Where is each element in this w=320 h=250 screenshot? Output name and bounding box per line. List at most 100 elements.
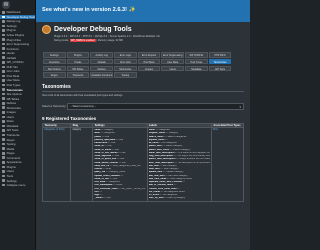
sidebar-item-label: Defines xyxy=(6,101,17,106)
tab-metadata[interactable]: Metadata xyxy=(185,65,208,72)
setting-key: add_or_remove_items xyxy=(148,184,174,187)
meta-item: PHP 8.2 xyxy=(82,35,93,38)
setting-key: show_ui xyxy=(94,145,104,148)
tab-db-tables[interactable]: DB Tables xyxy=(66,65,90,72)
tab-site-options[interactable]: Site Options xyxy=(43,65,66,72)
meta-item: WordPress Multisite: No xyxy=(133,35,160,38)
setting-value: Category xyxy=(168,132,179,135)
setting-key: show_in_menu xyxy=(94,148,112,151)
tab-wp-config[interactable]: WP CONFIG xyxy=(185,52,208,58)
setting-key: rest_base xyxy=(94,181,106,184)
testing-icon xyxy=(2,142,5,146)
regex-icon xyxy=(2,138,5,141)
taxonomy-select[interactable]: -- Select a taxonomy -- ▾ xyxy=(67,102,244,110)
tab-api-tests[interactable]: API Tests xyxy=(208,65,232,72)
setting-value: categories xyxy=(109,181,120,184)
tab-testing[interactable]: Testing xyxy=(114,72,137,78)
setting-key: rest_namespace xyxy=(94,184,113,187)
tab-settings[interactable]: Settings xyxy=(43,52,66,58)
setting-value: wp/v2 xyxy=(116,184,123,187)
setting-value: Parent Category: xyxy=(173,148,191,151)
tab-regex[interactable]: Regex xyxy=(43,72,66,78)
tab-transients[interactable]: Transients xyxy=(66,72,90,78)
sidebar-item-label: Tools xyxy=(6,173,14,178)
sidebar-item-label: Active Plugins xyxy=(6,33,25,37)
setting-key: add_new_item xyxy=(148,174,165,177)
sidebar-item-label: Developer Debug Tools xyxy=(6,14,35,19)
sidebar-item-label: Media xyxy=(6,146,15,151)
setting-key: _builtin xyxy=(94,197,103,200)
tab-php-info[interactable]: PHP INFO xyxy=(208,52,232,58)
sidebar-item-label: Post Types xyxy=(6,83,21,88)
setting-value: true xyxy=(111,142,116,145)
dashboard-icon xyxy=(2,10,5,14)
tab-user-meta[interactable]: User Meta xyxy=(161,58,184,65)
setting-key: desc_field_description xyxy=(148,161,174,164)
tab-users[interactable]: Users xyxy=(161,65,184,72)
taxonomy-count: 9 Registered Taxonomies xyxy=(42,115,97,121)
tab-plugins[interactable]: Plugins xyxy=(66,52,90,58)
sidebar-item-label: Taxonomies xyxy=(6,87,23,92)
meta-item: WP 6.8.1 xyxy=(69,35,81,38)
setting-value: true xyxy=(120,158,125,161)
tab-post-meta[interactable]: Post Meta xyxy=(137,58,161,65)
tab-taxonomies[interactable]: Taxonomies xyxy=(208,58,232,65)
sidebar-item-label: Error Suppressing xyxy=(6,42,30,47)
sidebar-item-collapse-menu[interactable]: Collapse menu xyxy=(0,183,35,188)
tab-available-functions[interactable]: Available Functions xyxy=(90,72,113,78)
debug-status: Debug mode: WP_DEBUG enabled | Memory us… xyxy=(54,39,123,42)
tab-activity-log[interactable]: Activity Log xyxy=(90,52,113,58)
tab-shortcodes[interactable]: Shortcodes xyxy=(114,65,137,72)
tab-images[interactable]: Images xyxy=(137,65,161,72)
whats-new-banner[interactable]: See what's new in version 2.6.3! ✨ xyxy=(36,0,250,22)
sidebar-item-label: Plugin Files xyxy=(6,37,22,42)
setting-key: view_item xyxy=(148,168,160,171)
setting-value: Categories xyxy=(158,129,170,132)
setting-key: hierarchical xyxy=(94,142,108,145)
setting-key: update_count_callback xyxy=(94,174,120,177)
tab-error-logs[interactable]: Error Logs xyxy=(114,52,137,58)
settings-icon xyxy=(2,179,5,182)
tab-error-suppressing[interactable]: Error Suppressing xyxy=(161,52,184,58)
users-icon xyxy=(2,115,5,119)
setting-value: Add New Category xyxy=(168,174,188,177)
post-type-link[interactable]: Post xyxy=(213,129,218,131)
environment-info: Plugin 2.6.3|WP 6.8.1|PHP 8.2|MySQL 8.0|… xyxy=(54,35,160,38)
tab-post-types[interactable]: Post Types xyxy=(185,58,208,65)
setting-key: singular_name xyxy=(148,132,165,135)
setting-value: true xyxy=(121,161,126,164)
setting-value: WP_REST_Terms_Controller xyxy=(121,187,146,190)
tab-globals[interactable]: Globals xyxy=(90,58,113,65)
sidebar-item-label: Dashboard xyxy=(6,10,21,15)
appearance-icon xyxy=(2,161,5,164)
collapse-menu-icon xyxy=(2,183,5,187)
taxonomy-slug: category xyxy=(72,129,82,132)
wordpress-icon[interactable]: W xyxy=(2,1,10,9)
table-row: Categories (1 Term) category name => cat… xyxy=(41,127,245,203)
setting-key: update_item xyxy=(148,171,163,174)
page-title: Developer Debug Tools xyxy=(54,26,132,33)
tab-error-reports[interactable]: Error Reports xyxy=(137,52,161,58)
tab-functions[interactable]: Functions xyxy=(43,58,66,65)
error-suppressing-icon xyxy=(2,42,5,46)
taxonomy-select-value: -- Select a taxonomy -- xyxy=(70,104,97,108)
tab-cron-jobs[interactable]: Cron Jobs xyxy=(114,58,137,65)
list-item: _builtin => true xyxy=(94,197,111,200)
sidebar-item-label: Plugins xyxy=(6,28,16,33)
sidebar-item-label: Site Options xyxy=(6,92,22,97)
setting-key: show_tagcloud xyxy=(94,155,112,158)
tab-defines[interactable]: Defines xyxy=(90,65,113,72)
divider xyxy=(42,91,244,92)
tab-hooks[interactable]: Hooks xyxy=(66,58,90,65)
plugins-icon xyxy=(2,29,5,32)
setting-value: true xyxy=(121,151,126,154)
sidebar-item-label: API Tests xyxy=(6,128,19,133)
sidebar-item-label: Shortcodes xyxy=(6,105,21,110)
user-meta-icon xyxy=(2,79,5,82)
taxonomy-name-link[interactable]: Categories (1 Term) xyxy=(44,129,64,131)
hooks-icon xyxy=(2,51,5,55)
setting-value: The slug is the URL-friendly version of … xyxy=(177,155,210,158)
banner-text[interactable]: See what's new in version 2.6.3! ✨ xyxy=(42,7,135,13)
sidebar-item-label: Roles xyxy=(6,119,14,124)
setting-value: Update Category xyxy=(166,171,184,174)
